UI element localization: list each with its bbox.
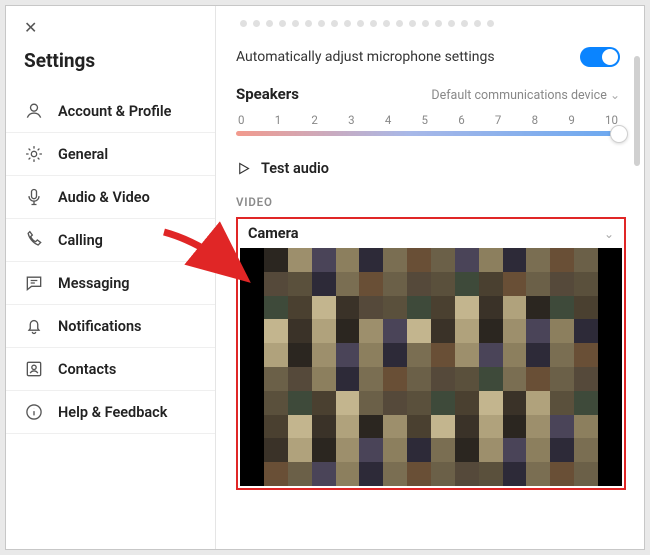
sidebar-item-label: Contacts bbox=[58, 361, 116, 378]
video-section-header: VIDEO bbox=[236, 195, 620, 217]
sidebar-item-label: Calling bbox=[58, 232, 103, 249]
slider-thumb[interactable] bbox=[610, 125, 628, 143]
auto-adjust-toggle[interactable] bbox=[580, 47, 620, 67]
settings-window: ✕ Settings Account & Profile General Aud… bbox=[5, 5, 645, 550]
sidebar-title: Settings bbox=[6, 41, 215, 90]
sidebar-item-label: General bbox=[58, 146, 108, 163]
phone-icon bbox=[24, 230, 44, 250]
chevron-down-icon: ⌄ bbox=[610, 88, 620, 102]
speakers-label: Speakers bbox=[236, 85, 299, 103]
profile-icon bbox=[24, 101, 44, 121]
sidebar-item-account-profile[interactable]: Account & Profile bbox=[6, 90, 215, 133]
scrollbar-thumb[interactable] bbox=[634, 56, 640, 166]
level-dots bbox=[236, 20, 620, 37]
sidebar-item-label: Messaging bbox=[58, 275, 130, 292]
microphone-icon bbox=[24, 187, 44, 207]
camera-section-highlight: Camera ⌄ bbox=[236, 217, 626, 490]
info-icon bbox=[24, 402, 44, 422]
speakers-volume-slider[interactable]: 012345678910 bbox=[236, 103, 620, 144]
auto-adjust-label: Automatically adjust microphone settings bbox=[236, 49, 495, 65]
sidebar-item-contacts[interactable]: Contacts bbox=[6, 348, 215, 391]
sidebar-item-general[interactable]: General bbox=[6, 133, 215, 176]
camera-dropdown[interactable]: ⌄ bbox=[604, 227, 614, 241]
test-audio-label: Test audio bbox=[261, 160, 329, 177]
contacts-icon bbox=[24, 359, 44, 379]
sidebar-item-notifications[interactable]: Notifications bbox=[6, 305, 215, 348]
close-icon[interactable]: ✕ bbox=[24, 18, 37, 37]
test-audio-button[interactable]: Test audio bbox=[236, 144, 620, 195]
sidebar-item-audio-video[interactable]: Audio & Video bbox=[6, 176, 215, 219]
content-panel: Automatically adjust microphone settings… bbox=[216, 6, 644, 549]
sidebar-item-label: Help & Feedback bbox=[58, 404, 167, 421]
sidebar-item-help-feedback[interactable]: Help & Feedback bbox=[6, 391, 215, 434]
sidebar-item-label: Audio & Video bbox=[58, 189, 150, 206]
play-icon bbox=[236, 161, 251, 176]
sidebar-item-messaging[interactable]: Messaging bbox=[6, 262, 215, 305]
camera-preview bbox=[240, 248, 622, 486]
slider-ticks: 012345678910 bbox=[236, 113, 620, 131]
sidebar-item-label: Account & Profile bbox=[58, 103, 171, 120]
sidebar-item-calling[interactable]: Calling bbox=[6, 219, 215, 262]
sidebar-item-label: Notifications bbox=[58, 318, 142, 335]
chat-icon bbox=[24, 273, 44, 293]
sidebar: ✕ Settings Account & Profile General Aud… bbox=[6, 6, 216, 549]
bell-icon bbox=[24, 316, 44, 336]
camera-label: Camera bbox=[248, 225, 298, 242]
gear-icon bbox=[24, 144, 44, 164]
speakers-device-dropdown[interactable]: Default communications device ⌄ bbox=[431, 88, 620, 103]
